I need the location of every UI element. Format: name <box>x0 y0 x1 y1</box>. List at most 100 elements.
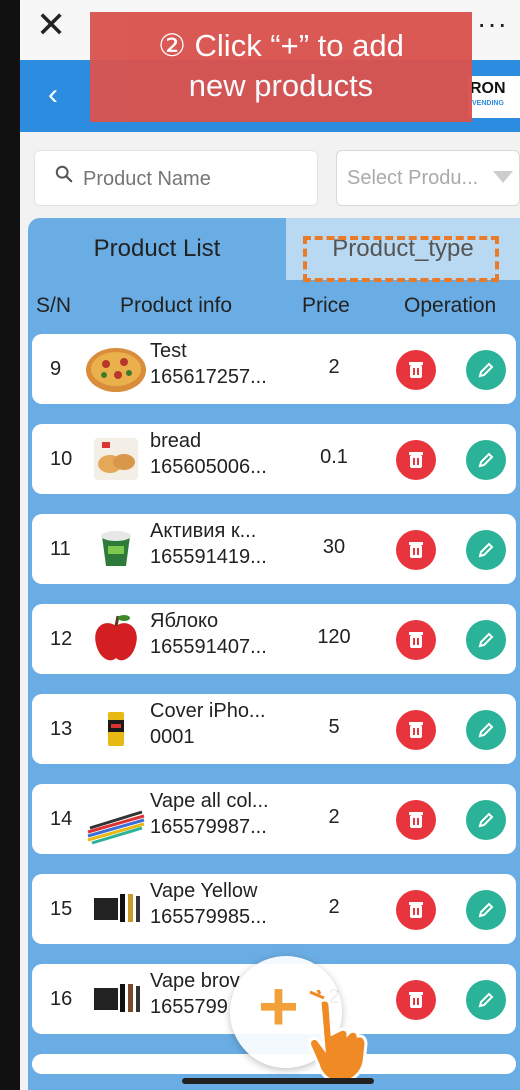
table-row[interactable]: 9 Test 165617257... 2 <box>32 334 516 404</box>
pizza-thumbnail <box>86 348 146 392</box>
column-price: Price <box>302 294 350 317</box>
product-price: 120 <box>317 626 351 648</box>
tab-product-list[interactable]: Product List <box>28 218 286 280</box>
select-placeholder: Select Produ... <box>347 167 479 189</box>
product-name: Vape Yellow <box>150 880 258 902</box>
table-row[interactable]: 15 Vape Yellow 165579985... 2 <box>32 874 516 944</box>
table-row[interactable]: 10 bread 165605006... 0.1 <box>32 424 516 494</box>
edit-button[interactable] <box>466 350 506 390</box>
row-sn: 12 <box>50 628 73 650</box>
delete-button[interactable] <box>396 350 436 390</box>
search-input[interactable] <box>81 163 305 195</box>
product-code: 165617257... <box>150 366 267 388</box>
annotation-line-2: new products <box>188 68 374 103</box>
search-box[interactable] <box>34 150 318 206</box>
product-name: Vape brov <box>150 970 240 992</box>
product-type-select[interactable]: Select Produ... <box>336 150 520 206</box>
table-row[interactable]: 13 Cover iPho... 0001 5 <box>32 694 516 764</box>
product-name: Test <box>150 340 187 362</box>
delete-button[interactable] <box>396 530 436 570</box>
edit-button[interactable] <box>466 710 506 750</box>
row-sn: 13 <box>50 718 73 740</box>
logo-text: RON <box>470 80 506 97</box>
edit-button[interactable] <box>466 440 506 480</box>
table-row[interactable]: 11 Активия к... 165591419... 30 <box>32 514 516 584</box>
product-name: bread <box>150 430 202 452</box>
yogurt-thumbnail <box>101 531 131 566</box>
drink-can-thumbnail <box>108 712 124 746</box>
more-menu-icon[interactable]: ··· <box>477 8 508 40</box>
product-code: 0001 <box>150 726 195 748</box>
product-name: Cover iPho... <box>150 700 266 722</box>
product-name: Vape all col... <box>150 790 269 812</box>
trash-icon <box>409 542 423 558</box>
pencil-icon <box>478 902 494 918</box>
product-code: 165579985... <box>150 906 267 928</box>
column-operation: Operation <box>404 294 497 317</box>
bread-thumbnail <box>94 438 138 480</box>
column-sn: S/N <box>36 294 72 317</box>
row-sn: 11 <box>50 538 71 560</box>
product-code: 165579987... <box>150 816 267 838</box>
pointing-hand-icon <box>308 990 368 1084</box>
row-sn: 10 <box>50 448 73 470</box>
delete-button[interactable] <box>396 440 436 480</box>
trash-icon <box>409 362 423 378</box>
back-icon[interactable]: ‹ <box>48 78 58 112</box>
trash-icon <box>409 632 423 648</box>
trash-icon <box>409 452 423 468</box>
edit-button[interactable] <box>466 980 506 1020</box>
product-price: 2 <box>328 356 340 378</box>
pencil-icon <box>478 812 494 828</box>
search-icon <box>55 165 73 183</box>
phone-screen: ✕ ··· ‹ RON VENDING Select Produ... Prod… <box>20 0 520 1090</box>
edit-button[interactable] <box>466 620 506 660</box>
edit-button[interactable] <box>466 530 506 570</box>
table-row[interactable]: 12 Яблоко 165591407... 120 <box>32 604 516 674</box>
trash-icon <box>409 812 423 828</box>
product-code: 1655799 <box>150 996 228 1018</box>
row-sn: 9 <box>50 358 62 380</box>
apple-thumbnail <box>95 615 137 661</box>
delete-button[interactable] <box>396 620 436 660</box>
chevron-down-icon <box>493 171 513 183</box>
close-icon[interactable]: ✕ <box>36 8 66 44</box>
row-sn: 16 <box>50 988 73 1010</box>
delete-button[interactable] <box>396 800 436 840</box>
delete-button[interactable] <box>396 980 436 1020</box>
table-row[interactable]: 14 Vape all col... 165579987... 2 <box>32 784 516 854</box>
pencil-icon <box>478 362 494 378</box>
delete-button[interactable] <box>396 890 436 930</box>
product-code: 165605006... <box>150 456 267 478</box>
filter-bar: Select Produ... <box>20 132 520 218</box>
product-code: 165591407... <box>150 636 267 658</box>
row-sn: 15 <box>50 898 73 920</box>
product-name: Активия к... <box>150 520 257 542</box>
pencil-icon <box>478 452 494 468</box>
column-product-info: Product info <box>120 294 233 317</box>
brand-logo: RON VENDING <box>468 76 520 118</box>
pencil-icon <box>478 722 494 738</box>
highlight-box <box>303 236 499 282</box>
annotation-callout: ② Click “+” to add new products <box>90 12 472 122</box>
product-code: 165591419... <box>150 546 267 568</box>
product-price: 2 <box>328 806 340 828</box>
trash-icon <box>409 902 423 918</box>
product-price: 0.1 <box>320 446 348 468</box>
product-price: 30 <box>322 536 346 558</box>
vape-box-thumbnail <box>94 894 140 922</box>
pencil-icon <box>478 632 494 648</box>
edit-button[interactable] <box>466 890 506 930</box>
table-header: S/N Product info Price Operation <box>28 280 520 332</box>
home-indicator <box>182 1078 374 1084</box>
trash-icon <box>409 992 423 1008</box>
row-sn: 14 <box>50 808 73 830</box>
vape-box-thumbnail <box>94 984 140 1012</box>
delete-button[interactable] <box>396 710 436 750</box>
vape-pens-thumbnail <box>87 810 145 845</box>
trash-icon <box>409 722 423 738</box>
logo-subtext: VENDING <box>472 100 504 107</box>
edit-button[interactable] <box>466 800 506 840</box>
pencil-icon <box>478 992 494 1008</box>
product-price: 2 <box>328 896 340 918</box>
